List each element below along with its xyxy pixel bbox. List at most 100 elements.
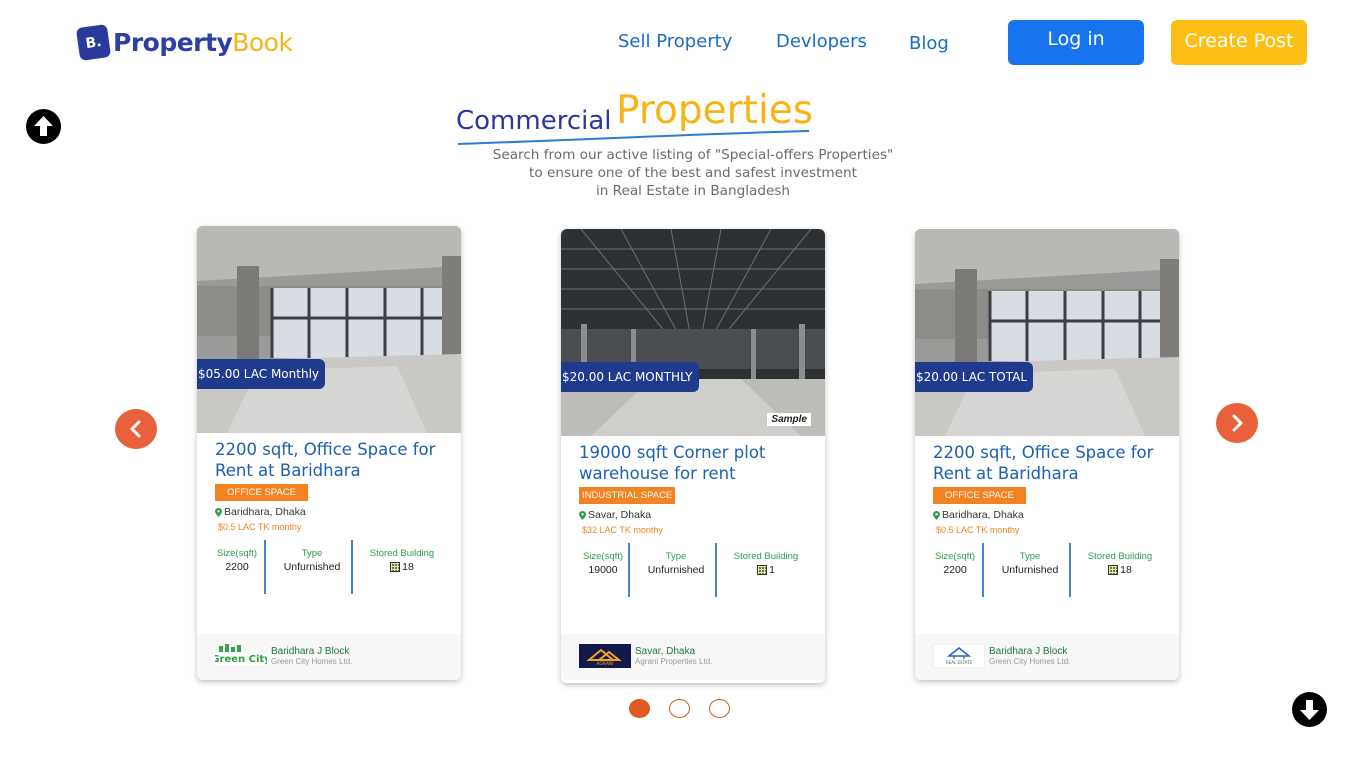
location-text: Baridhara, Dhaka — [942, 509, 1024, 521]
nav-sell-property[interactable]: Sell Property — [618, 31, 732, 52]
stat-label: Type — [301, 548, 323, 559]
stat-label: Size(sqft) — [582, 551, 624, 562]
logo-text-part2: Book — [232, 27, 293, 57]
developer-footer[interactable]: REAL ESTATE Baridhara J Block Green City… — [915, 634, 1179, 680]
stat-type: Type Unfurnished — [990, 551, 1070, 576]
building-icon — [757, 565, 768, 575]
logo-mark: B. — [75, 23, 112, 61]
stat-value: Unfurnished — [283, 561, 341, 573]
developer-project: Savar, Dhaka — [635, 646, 696, 657]
nav-blog[interactable]: Blog — [909, 33, 949, 54]
building-icon — [390, 562, 401, 572]
stat-label: Type — [665, 551, 687, 562]
nav-developers[interactable]: Devlopers — [776, 31, 867, 52]
category-badge: OFFICE SPACE — [215, 484, 308, 501]
property-card[interactable]: $05.00 LAC Monthly 2200 sqft, Office Spa… — [197, 226, 461, 680]
arrow-down-icon — [1300, 700, 1319, 720]
property-price: $0.5 LAC TK monthy — [218, 522, 302, 532]
heading-underline — [457, 130, 810, 145]
property-location: Savar, Dhaka — [579, 509, 651, 521]
location-pin-icon — [579, 510, 586, 520]
carousel-dot-1[interactable] — [629, 699, 650, 718]
category-badge: INDUSTRIAL SPACE — [579, 487, 676, 504]
stat-divider — [982, 543, 984, 597]
price-tag: $20.00 LAC MONTHLY — [561, 362, 699, 392]
site-logo[interactable]: B. PropertyBook — [75, 23, 293, 61]
stat-type: Type Unfurnished — [636, 551, 716, 576]
sample-badge: Sample — [767, 413, 811, 426]
developer-logo: AGRANI — [579, 644, 631, 668]
chevron-right-icon — [1232, 414, 1243, 432]
carousel-prev-button[interactable] — [115, 409, 157, 449]
price-tag: $20.00 LAC TOTAL — [915, 362, 1034, 392]
developer-logo-text: AGRANI — [596, 661, 613, 667]
chevron-left-icon — [130, 420, 141, 438]
developer-company: Green City Homes Ltd. — [271, 657, 353, 666]
section-subtitle: Search from our active listing of "Speci… — [383, 146, 1003, 200]
stat-value: 18 — [1120, 564, 1132, 576]
office-interior-photo — [197, 226, 461, 433]
stat-stored: Stored Building 18 — [362, 548, 442, 573]
stat-stored: Stored Building 18 — [1080, 551, 1160, 576]
property-image[interactable]: $20.00 LAC TOTAL — [915, 229, 1179, 436]
property-title[interactable]: 2200 sqft, Office Space for Rent at Bari… — [933, 442, 1169, 484]
developer-company: Green City Homes Ltd. — [989, 657, 1071, 666]
login-button[interactable]: Log in — [1008, 20, 1144, 65]
carousel-dot-2[interactable] — [669, 699, 690, 718]
stat-type: Type Unfurnished — [272, 548, 352, 573]
carousel-next-button[interactable] — [1216, 403, 1258, 443]
property-location: Baridhara, Dhaka — [933, 509, 1024, 521]
scroll-down-button[interactable] — [1292, 692, 1327, 727]
stat-value: Unfurnished — [1001, 564, 1059, 576]
stat-value: 1 — [769, 564, 775, 576]
developer-logo: Green City — [215, 644, 267, 665]
subtitle-line: Search from our active listing of "Speci… — [492, 147, 894, 163]
subtitle-line: to ensure one of the best and safest inv… — [529, 165, 857, 181]
category-badge: OFFICE SPACE — [933, 487, 1026, 504]
section-heading: Commercial Properties — [456, 88, 816, 148]
developer-footer[interactable]: AGRANI Savar, Dhaka Agrani Properties Lt… — [561, 634, 825, 680]
subtitle-line: in Real Estate in Bangladesh — [595, 183, 791, 199]
developer-project: Baridhara J Block — [271, 646, 350, 657]
stat-value: 18 — [402, 561, 414, 573]
property-price: $0.5 LAC TK monthy — [936, 525, 1020, 535]
stat-value: 19000 — [588, 564, 618, 576]
property-title[interactable]: 19000 sqft Corner plot warehouse for ren… — [579, 442, 815, 484]
carousel-dot-3[interactable] — [709, 699, 730, 718]
location-text: Baridhara, Dhaka — [224, 506, 306, 518]
developer-footer[interactable]: Green City Baridhara J Block Green City … — [197, 634, 461, 680]
scroll-up-button[interactable] — [26, 109, 61, 144]
stat-value: Unfurnished — [647, 564, 705, 576]
price-tag: $05.00 LAC Monthly — [197, 359, 326, 389]
create-post-button[interactable]: Create Post — [1171, 20, 1307, 65]
stat-label: Stored Building — [369, 548, 435, 559]
stat-divider — [351, 540, 353, 594]
developer-project: Baridhara J Block — [989, 646, 1068, 657]
stat-label: Stored Building — [1087, 551, 1153, 562]
building-icon — [1108, 565, 1119, 575]
property-price: $32 LAC TK monthy — [582, 525, 663, 535]
property-location: Baridhara, Dhaka — [215, 506, 306, 518]
developer-company: Agrani Properties Ltd. — [635, 657, 713, 666]
office-interior-photo — [915, 229, 1179, 436]
logo-text: PropertyBook — [113, 28, 293, 57]
stat-label: Stored Building — [733, 551, 799, 562]
location-pin-icon — [215, 507, 222, 517]
developer-logo: REAL ESTATE — [933, 644, 985, 668]
stat-divider — [715, 543, 717, 597]
property-image[interactable]: $05.00 LAC Monthly — [197, 226, 461, 433]
property-card[interactable]: $20.00 LAC TOTAL 2200 sqft, Office Space… — [915, 229, 1179, 680]
stat-divider — [264, 540, 266, 594]
property-image[interactable]: $20.00 LAC MONTHLY Sample — [561, 229, 825, 436]
property-card[interactable]: $20.00 LAC MONTHLY Sample 19000 sqft Cor… — [561, 229, 825, 683]
location-pin-icon — [933, 510, 940, 520]
property-title[interactable]: 2200 sqft, Office Space for Rent at Bari… — [215, 439, 451, 481]
arrow-up-icon — [34, 116, 53, 136]
stat-divider — [1069, 543, 1071, 597]
stat-size: Size(sqft) 19000 — [563, 551, 643, 576]
developer-logo-text: REAL ESTATE — [946, 660, 973, 665]
location-text: Savar, Dhaka — [588, 509, 652, 521]
stat-stored: Stored Building 1 — [726, 551, 806, 576]
logo-text-part1: Property — [113, 27, 233, 57]
stat-divider — [628, 543, 630, 597]
